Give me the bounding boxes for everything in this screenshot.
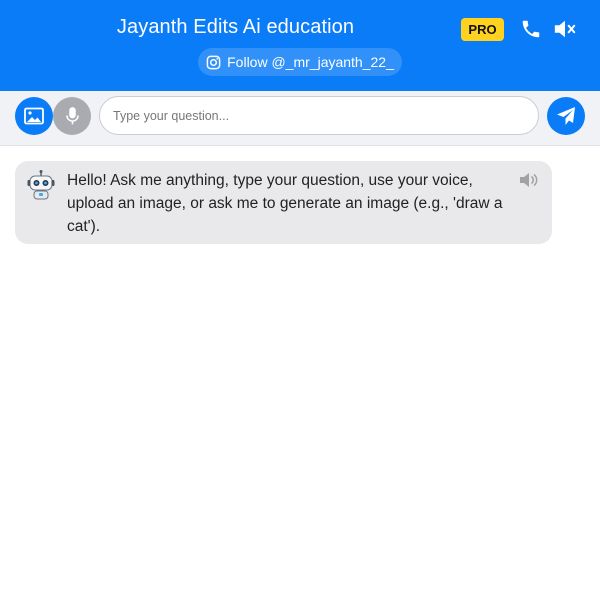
input-bar — [0, 91, 600, 146]
bot-message-text: Hello! Ask me anything, type your questi… — [67, 172, 503, 235]
send-icon — [557, 107, 575, 125]
voice-input-button[interactable] — [53, 97, 91, 135]
send-button[interactable] — [547, 97, 585, 135]
image-icon — [24, 107, 44, 125]
phone-icon[interactable] — [520, 18, 542, 40]
robot-avatar-icon — [25, 169, 57, 201]
instagram-icon — [206, 55, 221, 69]
volume-mute-icon[interactable] — [553, 18, 577, 40]
pro-badge[interactable]: PRO — [461, 18, 504, 41]
follow-instagram-link[interactable]: Follow @_mr_jayanth_22_ — [198, 48, 402, 76]
app-title: Jayanth Edits Ai education — [116, 16, 355, 38]
speaker-icon[interactable] — [519, 171, 539, 189]
microphone-icon — [65, 107, 79, 125]
upload-image-button[interactable] — [15, 97, 53, 135]
bot-message-bubble: Hello! Ask me anything, type your questi… — [15, 161, 552, 244]
follow-label: Follow @_mr_jayanth_22_ — [227, 54, 394, 70]
question-input[interactable] — [99, 96, 539, 135]
app-header: Jayanth Edits Ai education PRO Follow @_… — [0, 0, 600, 91]
